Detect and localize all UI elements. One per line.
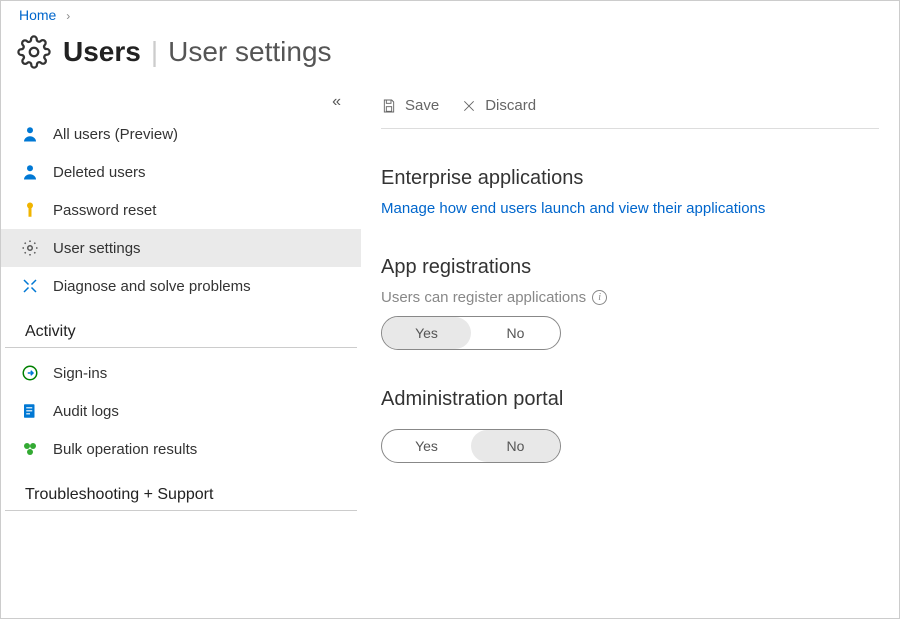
section-app-registrations: App registrations Users can register app… [381, 256, 879, 350]
sidebar-item-label: User settings [53, 240, 141, 257]
tools-icon [21, 277, 39, 295]
log-icon [21, 402, 39, 420]
sidebar-item-audit-logs[interactable]: Audit logs [1, 392, 361, 430]
sidebar-item-label: Password reset [53, 202, 156, 219]
title-divider: | [151, 36, 158, 68]
gear-icon [21, 239, 39, 257]
discard-button[interactable]: Discard [461, 97, 536, 114]
help-label: Users can register applications i [381, 289, 879, 306]
signin-icon [21, 364, 39, 382]
section-title: App registrations [381, 256, 879, 279]
sidebar-item-label: Bulk operation results [53, 441, 197, 458]
command-bar: Save Discard [381, 91, 879, 129]
section-admin-portal: Administration portal Yes No [381, 388, 879, 463]
title-main: Users [63, 36, 141, 68]
discard-label: Discard [485, 97, 536, 114]
toggle-yes[interactable]: Yes [382, 430, 471, 462]
sidebar-item-label: All users (Preview) [53, 126, 178, 143]
gear-icon [17, 35, 51, 69]
main-content: Save Discard Enterprise applications Man… [361, 87, 899, 594]
sidebar-item-label: Deleted users [53, 164, 146, 181]
adminportal-toggle[interactable]: Yes No [381, 429, 561, 463]
toggle-no[interactable]: No [471, 317, 560, 349]
save-icon [381, 98, 397, 114]
toggle-no[interactable]: No [471, 430, 560, 462]
sidebar-item-label: Audit logs [53, 403, 119, 420]
page-title: Users | User settings [1, 27, 899, 87]
sidebar-item-user-settings[interactable]: User settings [1, 229, 361, 267]
section-enterprise-apps: Enterprise applications Manage how end u… [381, 167, 879, 218]
breadcrumb: Home › [1, 1, 899, 27]
save-button[interactable]: Save [381, 97, 439, 114]
activity-header: Activity [5, 305, 357, 348]
troubleshoot-header: Troubleshooting + Support [5, 468, 357, 511]
sidebar-item-label: Sign-ins [53, 365, 107, 382]
bulk-icon [21, 440, 39, 458]
save-label: Save [405, 97, 439, 114]
title-sub: User settings [168, 36, 331, 68]
enterprise-apps-link[interactable]: Manage how end users launch and view the… [381, 200, 765, 217]
sidebar-item-signins[interactable]: Sign-ins [1, 354, 361, 392]
sidebar-item-password-reset[interactable]: Password reset [1, 191, 361, 229]
toggle-yes[interactable]: Yes [382, 317, 471, 349]
close-icon [461, 98, 477, 114]
user-icon [21, 125, 39, 143]
user-icon [21, 163, 39, 181]
key-icon [21, 201, 39, 219]
sidebar-item-bulk-results[interactable]: Bulk operation results [1, 430, 361, 468]
sidebar-item-label: Diagnose and solve problems [53, 278, 251, 295]
breadcrumb-home[interactable]: Home [19, 7, 56, 23]
sidebar-item-all-users[interactable]: All users (Preview) [1, 115, 361, 153]
sidebar-item-deleted-users[interactable]: Deleted users [1, 153, 361, 191]
section-title: Enterprise applications [381, 167, 879, 190]
sidebar: « All users (Preview) Deleted users Pass… [1, 87, 361, 594]
chevron-right-icon: › [66, 9, 70, 23]
section-title: Administration portal [381, 388, 879, 411]
info-icon[interactable]: i [592, 290, 607, 305]
appreg-toggle[interactable]: Yes No [381, 316, 561, 350]
sidebar-item-diagnose[interactable]: Diagnose and solve problems [1, 267, 361, 305]
collapse-icon[interactable]: « [332, 93, 341, 111]
